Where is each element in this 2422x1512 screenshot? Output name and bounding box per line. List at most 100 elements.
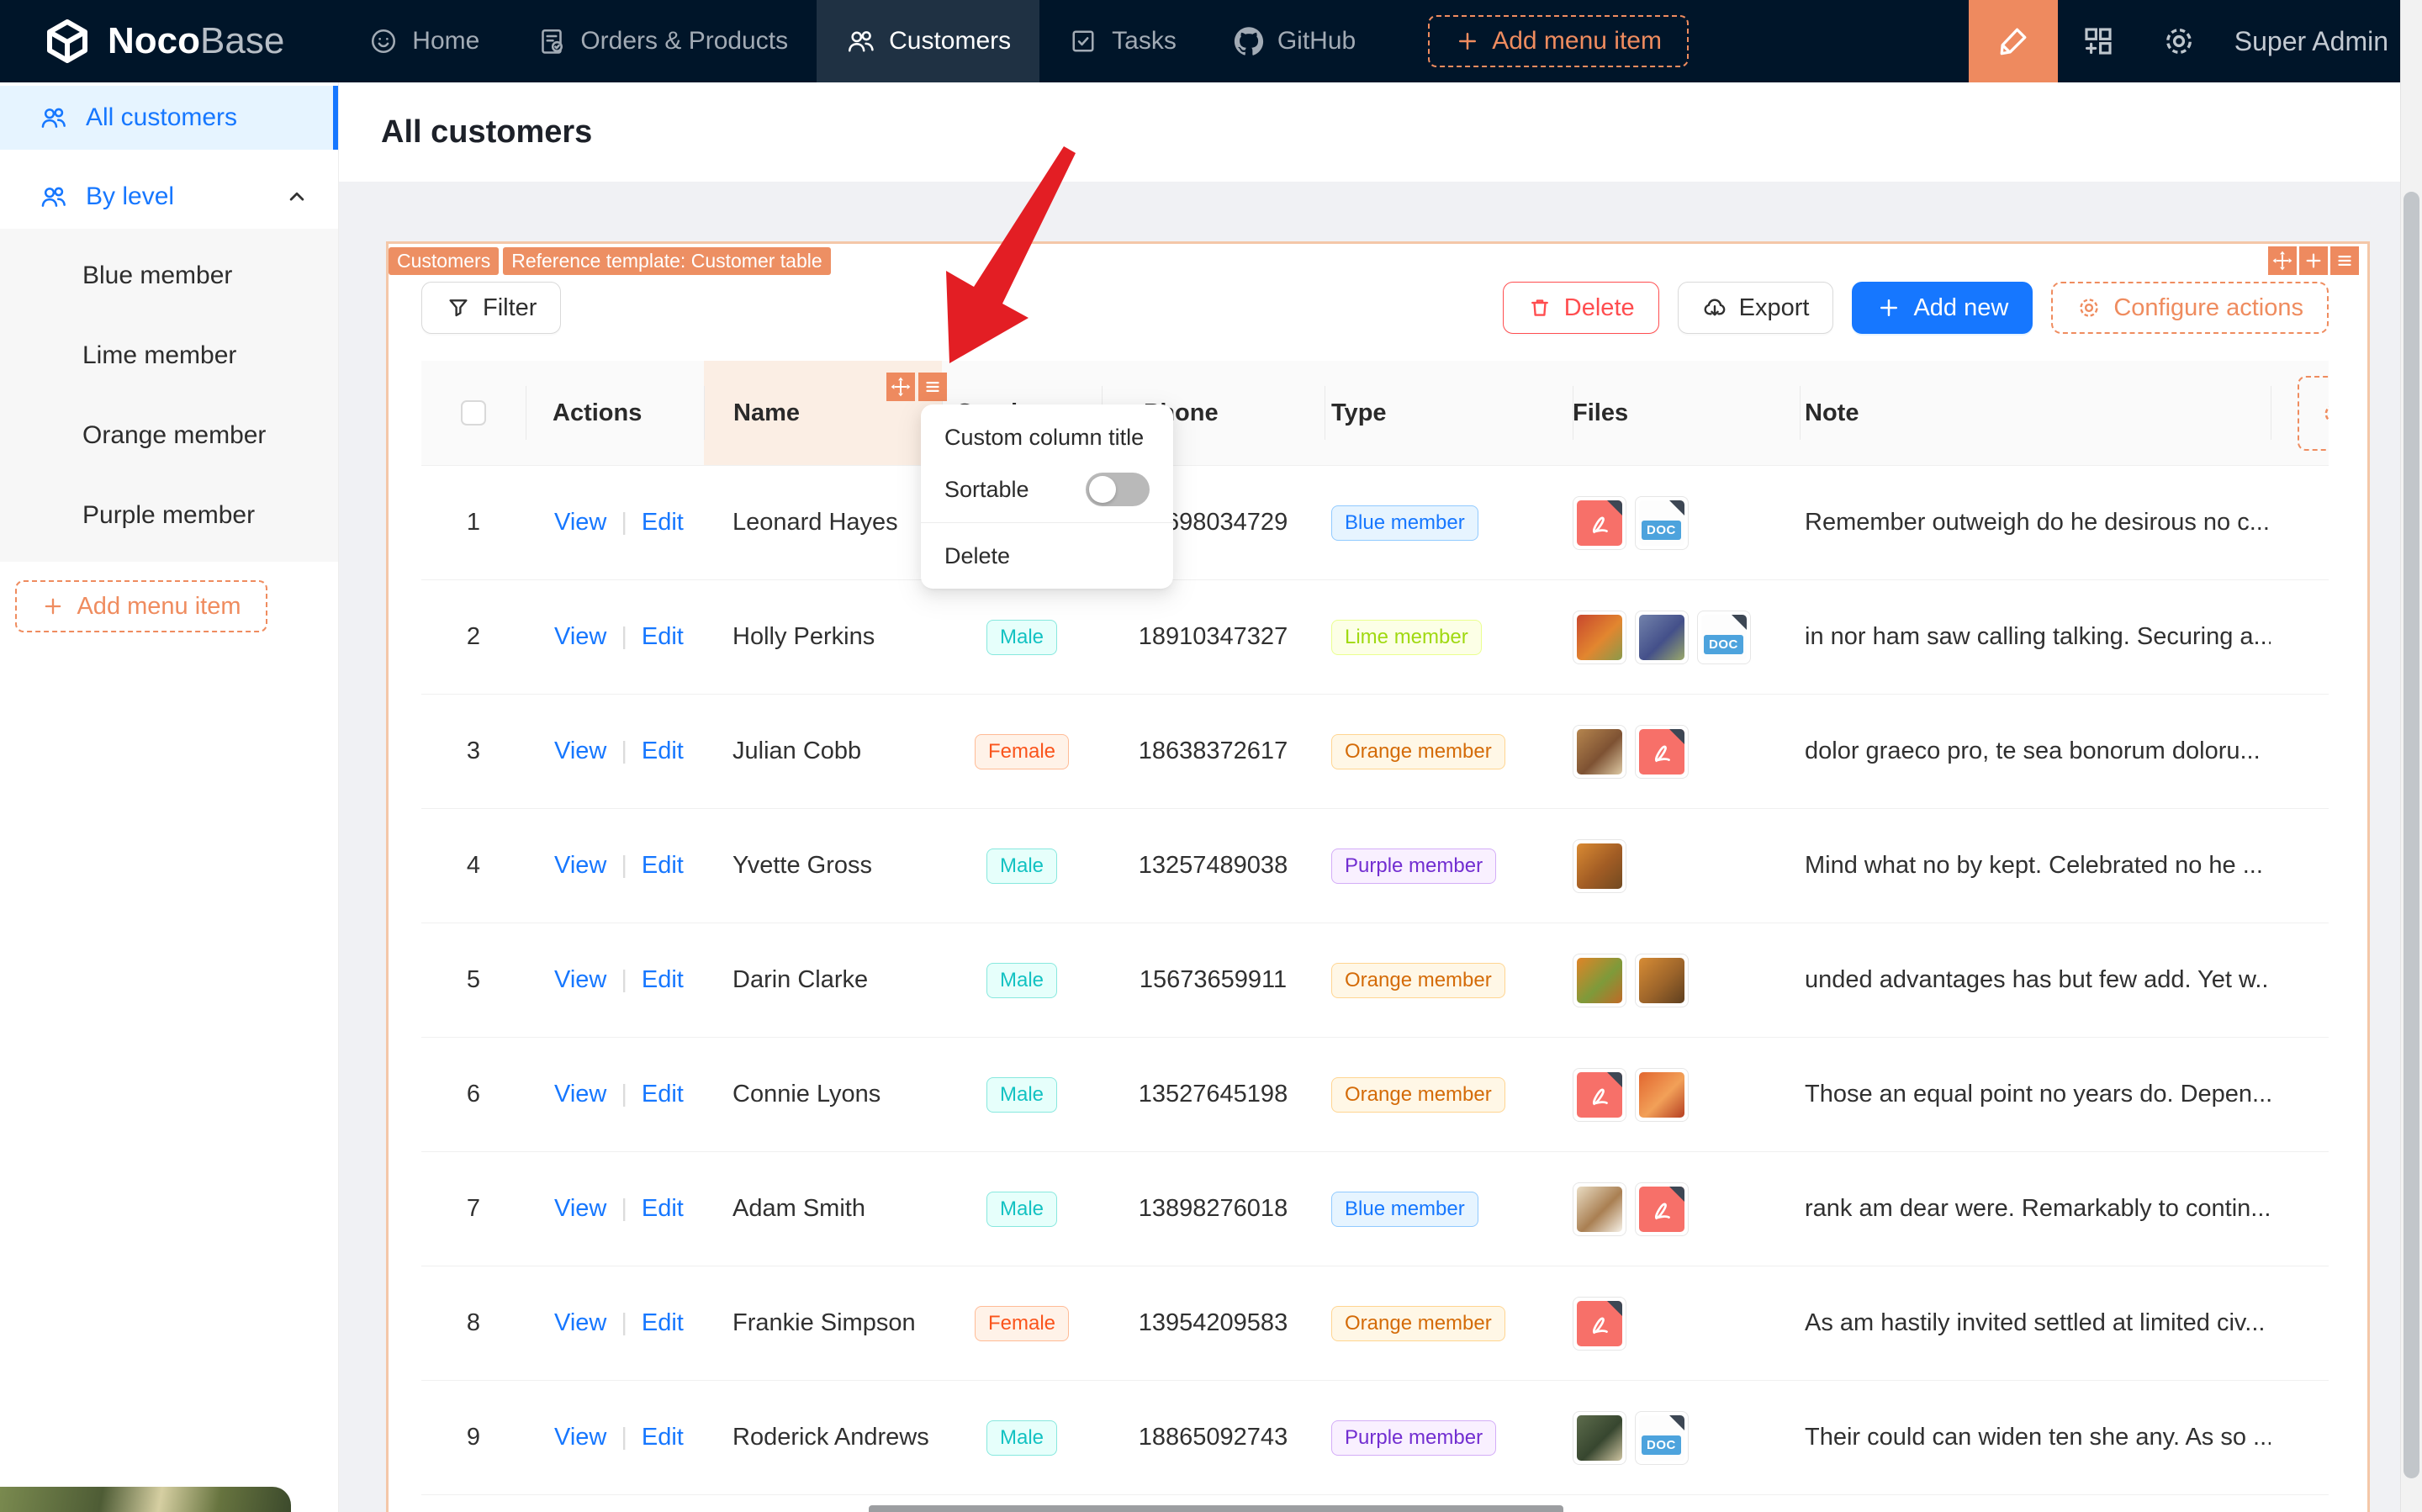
food-collage-photo[interactable] <box>1573 724 1626 779</box>
edit-link[interactable]: Edit <box>642 1309 684 1337</box>
gender-tag: Male <box>986 1076 1058 1113</box>
edit-link[interactable]: Edit <box>642 737 684 765</box>
sidebar-item-purple-member[interactable]: Purple member <box>0 475 338 555</box>
nav-item-label: Tasks <box>1112 27 1177 55</box>
ui-editor-button[interactable] <box>1968 0 2058 82</box>
select-all-checkbox[interactable] <box>461 400 486 426</box>
note-cell: As am hastily invited settled at limited… <box>1800 1309 2271 1337</box>
table-row: 7 View | Edit Adam Smith Male 13898276018 Blue … <box>421 1152 2329 1266</box>
row-actions: View | Edit <box>526 509 704 537</box>
configure-actions-button[interactable]: Configure actions <box>2051 282 2329 334</box>
nav-item-github[interactable]: GitHub <box>1205 0 1384 82</box>
block-add-button[interactable] <box>2299 246 2328 275</box>
orange-tree-photo[interactable] <box>1573 953 1626 1007</box>
user-menu[interactable]: Super Admin <box>2219 26 2422 57</box>
file-pdf-icon[interactable] <box>1573 1067 1626 1122</box>
note-cell: Remember outweigh do he desirous no c... <box>1800 509 2271 537</box>
gender-cell: Male <box>942 848 1102 884</box>
edit-link[interactable]: Edit <box>642 1195 684 1223</box>
type-tag: Lime member <box>1331 619 1482 655</box>
sortable-toggle[interactable] <box>1086 473 1150 506</box>
gender-cell: Male <box>942 1191 1102 1227</box>
sidebar-item-orange-member[interactable]: Orange member <box>0 395 338 475</box>
row-actions: View | Edit <box>526 1195 704 1223</box>
sidebar-item-lime-member[interactable]: Lime member <box>0 315 338 395</box>
type-tag: Orange member <box>1331 1076 1505 1113</box>
popup-item-sortable[interactable]: Sortable <box>921 463 1173 515</box>
sidebar-item-by-level[interactable]: By level <box>0 165 338 229</box>
fruit-closeup-photo[interactable] <box>1635 1067 1689 1122</box>
sidebar-item-all-customers[interactable]: All customers <box>0 86 338 150</box>
row-actions: View | Edit <box>526 1424 704 1451</box>
column-drag-handle[interactable] <box>886 373 915 401</box>
type-cell: Blue member <box>1325 505 1573 541</box>
file-doc-icon[interactable]: DOC <box>1635 1410 1689 1465</box>
pomegranate-photo[interactable] <box>1573 610 1626 664</box>
type-cell: Blue member <box>1325 1191 1573 1227</box>
nav-item-home[interactable]: Home <box>340 0 508 82</box>
plugin-blocks-button[interactable] <box>2058 0 2139 82</box>
navbar-add-menu-item-button[interactable]: Add menu item <box>1428 15 1689 67</box>
edit-link[interactable]: Edit <box>642 1081 684 1108</box>
edit-link[interactable]: Edit <box>642 623 684 651</box>
sidebar-add-menu-item-button[interactable]: Add menu item <box>15 580 267 632</box>
nav-item-orders-products[interactable]: Orders & Products <box>508 0 817 82</box>
edit-link[interactable]: Edit <box>642 509 684 537</box>
gear-icon <box>2166 29 2192 54</box>
file-doc-icon[interactable]: DOC <box>1635 495 1689 550</box>
filter-button[interactable]: Filter <box>421 282 562 334</box>
delete-button[interactable]: Delete <box>1502 282 1659 334</box>
vertical-scrollbar-thumb[interactable] <box>2403 192 2419 1478</box>
nocobase-cube-icon <box>47 19 87 63</box>
block-menu-button[interactable] <box>2330 246 2359 275</box>
view-link[interactable]: View <box>554 1081 606 1108</box>
horizontal-scrollbar-thumb[interactable] <box>869 1505 1563 1512</box>
view-link[interactable]: View <box>554 509 606 537</box>
view-link[interactable]: View <box>554 1195 606 1223</box>
latte-photo[interactable] <box>1573 1182 1626 1236</box>
row-index: 8 <box>421 1309 526 1337</box>
edit-link[interactable]: Edit <box>642 966 684 994</box>
view-link[interactable]: View <box>554 852 606 880</box>
doc-label: DOC <box>1642 1435 1681 1455</box>
note-cell: unded advantages has but few add. Yet w.… <box>1800 966 2271 994</box>
persimmon-rows-photo[interactable] <box>1635 953 1689 1007</box>
popup-item-delete[interactable]: Delete <box>921 530 1173 582</box>
file-pdf-icon[interactable] <box>1573 495 1626 550</box>
vertical-scrollbar[interactable] <box>2400 0 2422 1512</box>
export-button[interactable]: Export <box>1677 282 1834 334</box>
edit-link[interactable]: Edit <box>642 1424 684 1451</box>
gender-tag: Female <box>974 733 1070 769</box>
files-cell <box>1573 953 1800 1007</box>
customer-name-value: Adam Smith <box>732 1195 865 1222</box>
table-row: 3 View | Edit Julian Cobb Female 18638372617 Or… <box>421 695 2329 809</box>
file-doc-icon[interactable]: DOC <box>1697 610 1751 664</box>
view-link[interactable]: View <box>554 737 606 765</box>
column-menu-button[interactable] <box>918 373 947 401</box>
view-link[interactable]: View <box>554 623 606 651</box>
popup-item-custom-column-title[interactable]: Custom column title <box>921 411 1173 463</box>
file-pdf-icon[interactable] <box>1635 724 1689 779</box>
configure-columns-button-partial[interactable] <box>2298 376 2329 451</box>
view-link[interactable]: View <box>554 1309 606 1337</box>
oranges-crate-photo[interactable] <box>1573 838 1626 893</box>
nav-item-customers[interactable]: Customers <box>817 0 1040 82</box>
file-pdf-icon[interactable] <box>1635 1182 1689 1236</box>
table-toolbar: Filter Delete Export Add new Configure a… <box>389 282 2367 334</box>
block-drag-handle[interactable] <box>2268 246 2297 275</box>
type-cell: Purple member <box>1325 1419 1573 1456</box>
add-new-button[interactable]: Add new <box>1852 282 2033 334</box>
type-cell: Orange member <box>1325 733 1573 769</box>
grapes-photo[interactable] <box>1635 610 1689 664</box>
view-link[interactable]: View <box>554 966 606 994</box>
storefront-photo[interactable] <box>1573 1410 1626 1465</box>
edit-link[interactable]: Edit <box>642 852 684 880</box>
blocks-icon <box>2085 28 2112 55</box>
file-pdf-icon[interactable] <box>1573 1296 1626 1351</box>
actions-separator: | <box>621 1195 627 1222</box>
nav-item-tasks[interactable]: Tasks <box>1039 0 1205 82</box>
sidebar-item-blue-member[interactable]: Blue member <box>0 235 338 315</box>
settings-button[interactable] <box>2139 0 2219 82</box>
view-link[interactable]: View <box>554 1424 606 1451</box>
app-logo[interactable]: NocoBase <box>0 18 318 65</box>
